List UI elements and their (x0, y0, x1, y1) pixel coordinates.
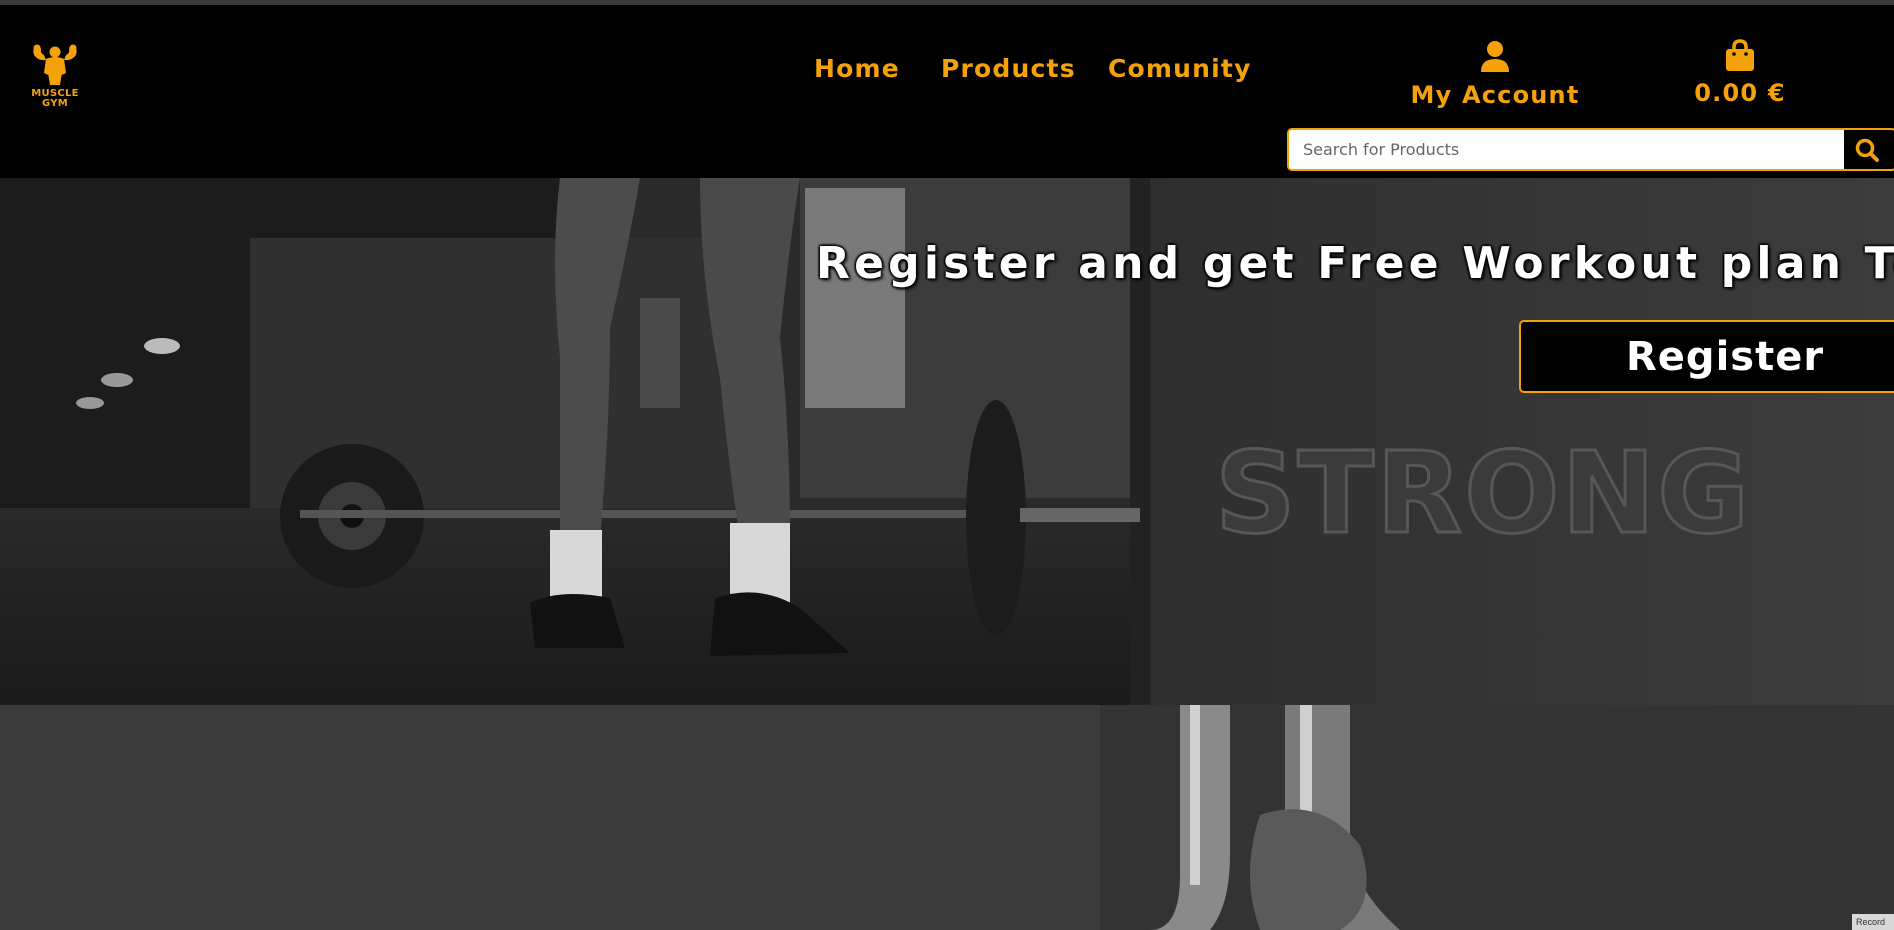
logo[interactable]: MUSCLE GYM (28, 43, 82, 111)
site-header: MUSCLE GYM Home Products Comunity My Acc… (0, 5, 1894, 178)
search-icon (1855, 138, 1879, 162)
search-bar (1287, 128, 1894, 171)
recording-badge: Record (1852, 914, 1894, 930)
kettlebell-handle-image (0, 705, 1894, 930)
my-account-link[interactable]: My Account (1410, 39, 1580, 109)
cart-total: 0.00 € (1694, 79, 1786, 107)
hero-banner: STRONG Register and get Free Workout pla… (0, 178, 1894, 705)
flexing-bodybuilder-icon (33, 44, 77, 85)
nav-community-link[interactable]: Comunity (1108, 54, 1252, 83)
nav-products-link[interactable]: Products (941, 54, 1076, 83)
hero-headline: Register and get Free Workout plan Today… (816, 238, 1894, 289)
second-section-background: Record (0, 705, 1894, 930)
register-button[interactable]: Register (1519, 320, 1894, 393)
search-input[interactable] (1289, 130, 1844, 169)
nav-home-link[interactable]: Home (814, 54, 900, 83)
cart-link[interactable]: 0.00 € (1680, 39, 1800, 107)
my-account-label: My Account (1410, 81, 1580, 109)
user-icon (1410, 39, 1580, 79)
shopping-bag-icon (1680, 39, 1800, 79)
engraved-strong-text: STRONG (1213, 429, 1752, 559)
logo-text-gym: GYM (41, 98, 69, 109)
search-button[interactable] (1844, 130, 1894, 169)
